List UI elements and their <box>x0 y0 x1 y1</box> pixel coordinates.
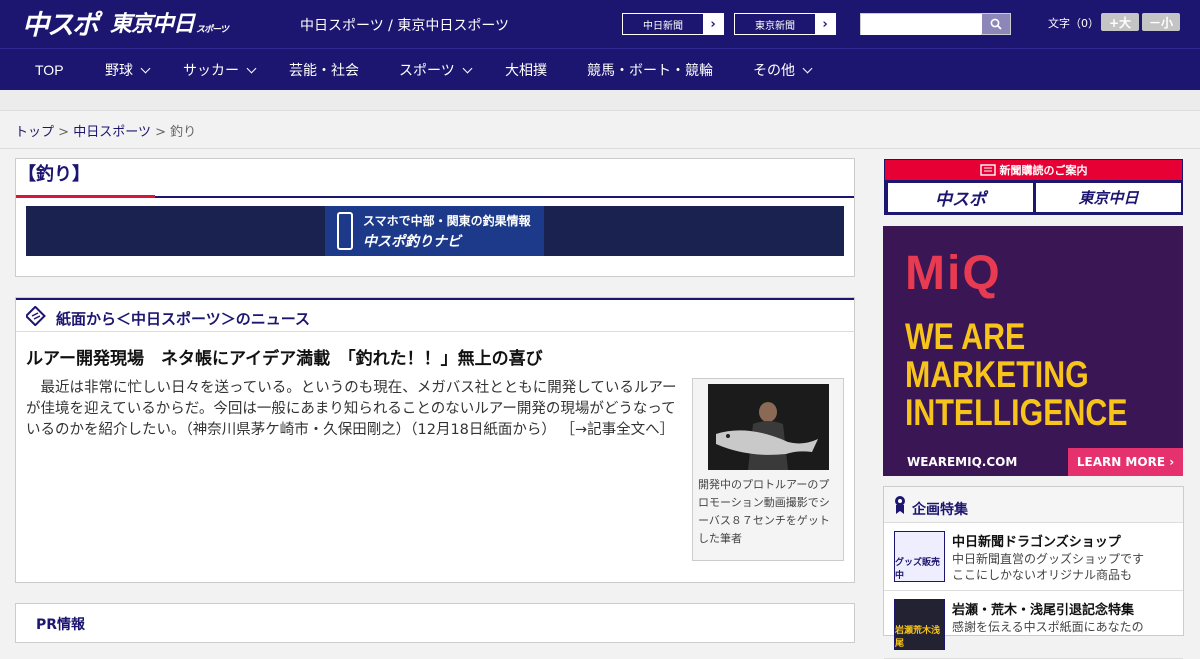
feature-desc: 中日新聞直営のグッズショップです ここにしかないオリジナル商品も <box>952 551 1144 583</box>
chuspo-logo[interactable]: 中スポ <box>22 6 99 41</box>
breadcrumb-top[interactable]: トップ <box>15 125 54 140</box>
search-input[interactable] <box>861 15 981 35</box>
nav-label: スポーツ <box>399 62 455 78</box>
font-size-label: 文字（0） <box>1048 17 1099 30</box>
ad-url: WEAREMIQ.COM <box>907 455 1018 469</box>
feature-header: 企画特集 <box>884 487 1183 523</box>
nav-item-soccer[interactable]: サッカー <box>183 49 257 91</box>
title-rule <box>155 196 854 198</box>
chevron-right-icon: › <box>815 14 835 34</box>
banner-line2: 中スポ釣りナビ <box>363 233 461 250</box>
tokyo-chunichi-logo-small: スポーツ <box>196 25 229 35</box>
page-title: 【釣り】 <box>18 164 90 185</box>
nav-item-top[interactable]: TOP <box>35 49 64 91</box>
feature-title: 岩瀬・荒木・浅尾引退記念特集 <box>952 603 1135 618</box>
feature-item[interactable]: 岩瀬荒木浅尾 岩瀬・荒木・浅尾引退記念特集 感謝を伝える中スポ紙面にあなたの <box>884 591 1183 659</box>
chevron-down-icon <box>462 63 473 73</box>
nav-label: TOP <box>35 62 64 78</box>
tokyo-shimbun-label: 東京新聞 <box>755 20 795 32</box>
site-header: 中スポ 東京中日 スポーツ 中日スポーツ / 東京中日スポーツ 中日新聞 › 東京… <box>0 0 1200 48</box>
article-photo[interactable] <box>708 384 829 470</box>
breadcrumb-separator: > <box>155 125 166 140</box>
nav-label: 野球 <box>105 62 133 78</box>
banner-content: スマホで中部・関東の釣果情報 中スポ釣りナビ <box>325 206 544 256</box>
breadcrumb-current: 釣り <box>170 125 197 140</box>
article-body: 最近は非常に忙しい日々を送っている。というのも現在、メガバス社とともに開発してい… <box>26 378 686 441</box>
news-section-header: 紙面から＜中日スポーツ＞のニュース <box>16 298 854 332</box>
photo-caption: 開発中のプロトルアーのプロモーション動画撮影でシーバス８７センチをゲットした筆者 <box>698 478 830 545</box>
ad-line-1: WE ARE <box>905 316 1026 357</box>
subscription-banner[interactable]: 新聞購読のご案内 中スポ 東京中日 <box>884 159 1183 215</box>
tokyo-shimbun-link[interactable]: 東京新聞 › <box>734 13 836 35</box>
feature-desc-line: ここにしかないオリジナル商品も <box>952 568 1133 582</box>
feature-desc-line: 中日新聞直営のグッズショップです <box>952 552 1145 566</box>
breadcrumb-chunichi-sports[interactable]: 中日スポーツ <box>73 125 151 140</box>
nav-item-other[interactable]: その他 <box>753 49 813 91</box>
feature-section: 企画特集 グッズ販売中 中日新聞ドラゴンズショップ 中日新聞直営のグッズショップ… <box>883 486 1184 659</box>
ad-line-2: MARKETING <box>905 354 1089 395</box>
feature-desc: 感謝を伝える中スポ紙面にあなたの <box>952 619 1144 635</box>
font-smaller-button[interactable]: －小 <box>1142 13 1180 31</box>
title-accent-bar <box>16 195 155 198</box>
subscribe-chuspo-button[interactable]: 中スポ <box>888 183 1033 212</box>
search-box <box>860 13 1011 35</box>
tokyo-chunichi-logo[interactable]: 東京中日 スポーツ <box>110 8 229 38</box>
subscription-header-label: 新聞購読のご案内 <box>999 164 1088 177</box>
chevron-down-icon <box>140 63 151 73</box>
feature-heading: 企画特集 <box>912 502 968 518</box>
smartphone-icon <box>337 212 353 250</box>
chevron-down-icon <box>802 63 813 73</box>
retirement-feature-thumbnail: 岩瀬荒木浅尾 <box>894 599 945 650</box>
feature-item[interactable]: グッズ販売中 中日新聞ドラゴンズショップ 中日新聞直営のグッズショップです ここ… <box>884 523 1183 591</box>
nav-item-baseball[interactable]: 野球 <box>105 49 151 91</box>
nav-item-sports[interactable]: スポーツ <box>399 49 473 91</box>
news-section-heading: 紙面から＜中日スポーツ＞のニュース <box>56 310 310 328</box>
main-nav: TOP 野球 サッカー 芸能・社会 スポーツ 大相撲 競馬・ボート・競輪 その他 <box>0 48 1200 90</box>
article-title[interactable]: ルアー開発現場 ネタ帳にアイデア満載 「釣れた！！」無上の喜び <box>26 344 543 369</box>
breadcrumb: トップ > 中日スポーツ > 釣り <box>15 121 196 140</box>
site-description[interactable]: 中日スポーツ / 東京中日スポーツ <box>300 15 509 35</box>
feature-title: 中日新聞ドラゴンズショップ <box>952 535 1121 550</box>
read-more-link[interactable]: ［→記事全文へ］ <box>561 422 675 438</box>
nav-label: サッカー <box>183 62 239 78</box>
banner-line1: スマホで中部・関東の釣果情報 <box>363 213 531 228</box>
ad-line-3: INTELLIGENCE <box>905 392 1128 433</box>
dragons-shop-thumbnail: グッズ販売中 <box>894 531 945 582</box>
feature-desc-line: 感謝を伝える中スポ紙面にあなたの <box>952 620 1144 634</box>
article-photo-box: 開発中のプロトルアーのプロモーション動画撮影でシーバス８７センチをゲットした筆者 <box>692 378 844 561</box>
sub-band <box>0 90 1200 111</box>
pr-heading: PR情報 <box>36 617 86 633</box>
ribbon-icon <box>895 496 905 514</box>
chevron-right-icon: › <box>703 14 723 34</box>
chunichi-shimbun-label: 中日新聞 <box>643 20 683 32</box>
nav-item-sumo[interactable]: 大相撲 <box>505 49 547 91</box>
pr-section <box>15 603 855 643</box>
newspaper-tag-icon <box>26 306 46 326</box>
nav-label: 芸能・社会 <box>289 62 359 78</box>
divider <box>0 148 1200 149</box>
tsuri-navi-banner[interactable]: スマホで中部・関東の釣果情報 中スポ釣りナビ <box>26 206 844 256</box>
nav-label: 競馬・ボート・競輪 <box>587 62 713 78</box>
learn-more-button[interactable]: LEARN MORE › <box>1068 448 1183 476</box>
chunichi-shimbun-link[interactable]: 中日新聞 › <box>622 13 724 35</box>
nav-label: その他 <box>753 62 795 78</box>
subscribe-tokyo-button[interactable]: 東京中日 <box>1036 183 1181 212</box>
miq-advertisement[interactable]: MiQ WE ARE MARKETING INTELLIGENCE WEAREM… <box>883 226 1183 476</box>
angler-with-fish-image <box>708 384 829 470</box>
newspaper-icon <box>979 164 996 176</box>
search-button[interactable] <box>982 14 1010 34</box>
font-bigger-button[interactable]: +大 <box>1101 13 1139 31</box>
miq-logo: MiQ <box>905 247 1002 300</box>
breadcrumb-separator: > <box>58 125 70 140</box>
nav-item-entertainment[interactable]: 芸能・社会 <box>289 49 359 91</box>
search-icon <box>990 18 1002 30</box>
nav-label: 大相撲 <box>505 62 547 78</box>
nav-item-racing[interactable]: 競馬・ボート・競輪 <box>587 49 713 91</box>
chevron-down-icon <box>246 63 257 73</box>
tokyo-chunichi-logo-text: 東京中日 <box>110 12 195 37</box>
subscription-header: 新聞購読のご案内 <box>885 160 1182 180</box>
